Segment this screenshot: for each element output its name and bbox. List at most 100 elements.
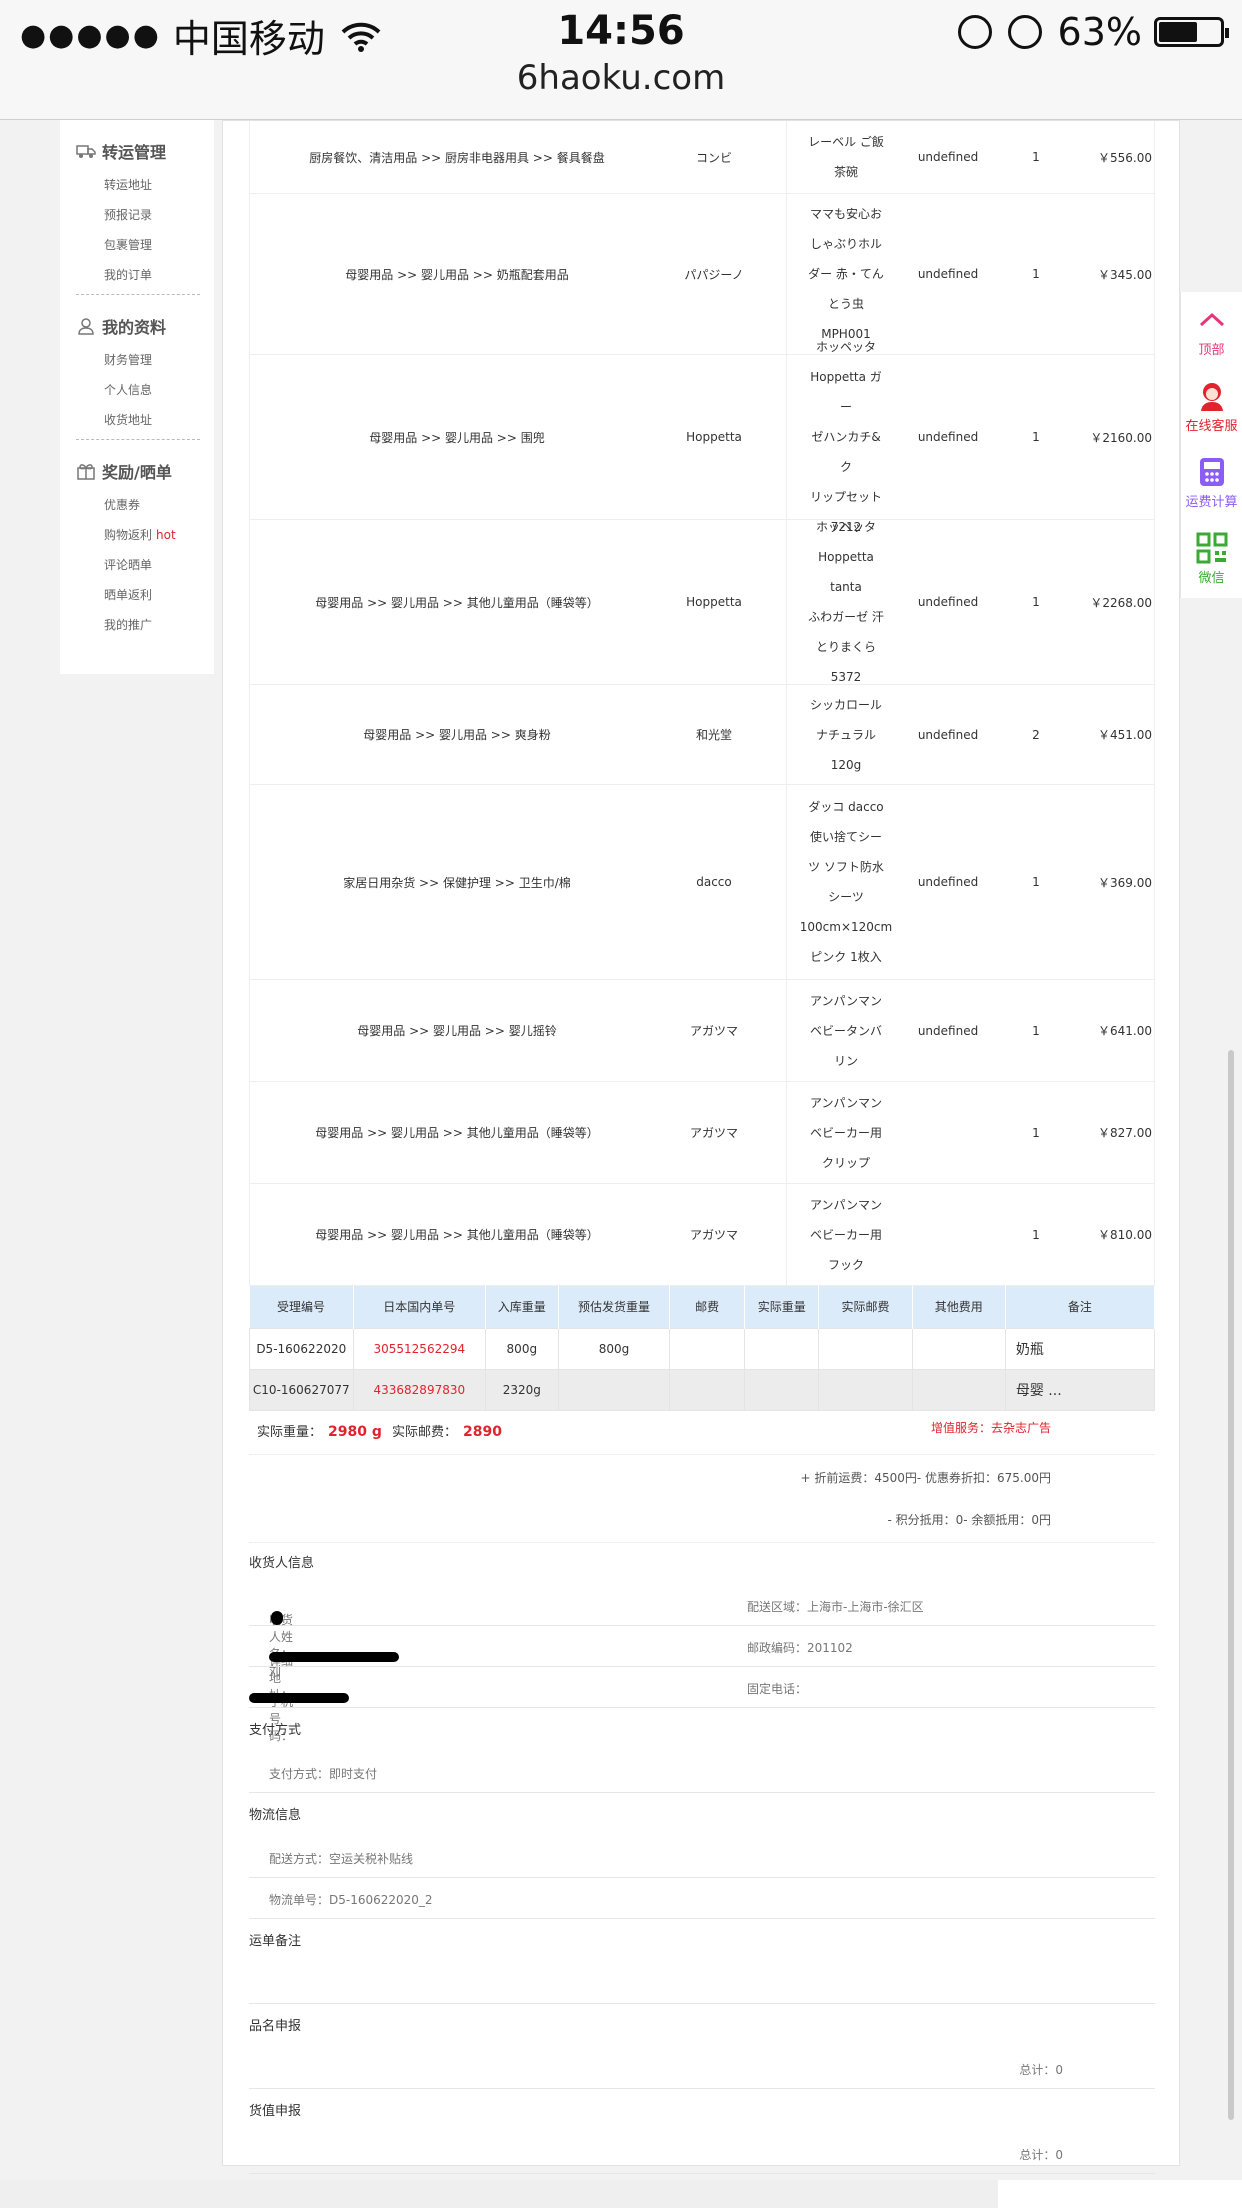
product-row: 厨房餐饮、清洁用品 >> 厨房非电器用具 >> 餐具餐盘 コンビ レーベル ご飯 茶碗…: [249, 121, 1155, 194]
product-name: レーベル ご飯 茶碗: [806, 121, 886, 193]
receiver-row-2: 详细地址： 邮政编码：201102: [249, 1626, 1155, 1702]
product-name-line: ホッペッタ: [815, 520, 876, 534]
product-name-line: フック: [827, 1257, 864, 1272]
product-name-line: レーベル ご飯: [808, 135, 884, 149]
payment-method: 支付方式：即时支付: [269, 1766, 378, 1781]
product-price: ￥2160.00: [1090, 430, 1152, 445]
sidebar-item-forecast[interactable]: 预报记录: [60, 200, 214, 230]
waybill-cell: [669, 1327, 745, 1370]
sidebar-item-orders[interactable]: 我的订单: [60, 260, 214, 290]
waybill-header-cell: 其他费用: [912, 1286, 1006, 1328]
product-price: ￥556.00: [1098, 150, 1152, 165]
sidebar-item-finance[interactable]: 财务管理: [60, 345, 214, 375]
receiver-tel: 固定电话：: [747, 1681, 808, 1696]
product-price: ￥369.00: [1098, 875, 1152, 890]
product-name-line: とりまくら: [815, 640, 876, 654]
product-name-line: ナチュラル: [815, 727, 876, 742]
product-name: アンパンマン ベビータンバ リン: [806, 980, 886, 1081]
product-category: 母婴用品 >> 婴儿用品 >> 婴儿摇铃: [357, 1024, 557, 1038]
product-brand: コンビ: [695, 150, 732, 165]
product-name-line: 使い捨てシー: [809, 830, 882, 844]
product-list: 厨房餐饮、清洁用品 >> 厨房非电器用具 >> 餐具餐盘 コンビ レーベル ご飯 茶碗…: [249, 121, 1155, 1286]
sidebar-item-promotion[interactable]: 我的推广: [60, 610, 214, 640]
product-brand: アガツマ: [689, 1228, 738, 1242]
alarm-icon: [1007, 15, 1042, 49]
fee-line-deduction: - 积分抵用：0- 余额抵用：0円: [887, 1512, 1051, 1527]
tracking-number: 物流单号：D5-160622020_2: [269, 1892, 433, 1907]
waybill-row: D5-160622020 305512562294 800g 800g 奶瓶: [249, 1327, 1156, 1370]
sidebar-item-reviews[interactable]: 评论晒单: [60, 550, 214, 580]
receiver-row-3: 手机号码： 固定电话：: [249, 1667, 1155, 1743]
product-name-line: ゼハンカチ&ク: [811, 430, 881, 474]
column-divider: [786, 121, 787, 193]
bottom-bar: [0, 2180, 1242, 2208]
sidebar-item-rebate[interactable]: 购物返利 hot: [60, 520, 214, 550]
waybill-cell: [743, 1327, 820, 1370]
product-name-line: ツ ソフト防水: [808, 860, 884, 874]
sidebar-item-personal-info[interactable]: 个人信息: [60, 375, 214, 405]
scrollbar[interactable]: [1228, 1050, 1234, 2120]
sidebar-item-transfer-address[interactable]: 转运地址: [60, 170, 214, 200]
floating-toolbar: 顶部 在线客服 运费计算 微信: [1180, 292, 1242, 598]
product-price: ￥810.00: [1098, 1228, 1152, 1242]
actual-weight: 实际重量： 2980 g 实际邮费： 2890: [257, 1423, 503, 1440]
product-spec: undefined: [917, 875, 979, 889]
product-quantity: 1: [1032, 875, 1040, 889]
product-name-line: 120g: [830, 757, 862, 772]
name-declare-total: 总计：0: [1019, 2062, 1063, 2077]
product-name: シッカロール ナチュラル 120g: [806, 685, 886, 784]
url-bar[interactable]: 6haoku.com: [0, 58, 1242, 98]
sidebar-item-shipping-address[interactable]: 收货地址: [60, 405, 214, 435]
product-name-line: クリップ: [821, 1155, 870, 1170]
product-name-line: シーツ: [828, 890, 864, 904]
column-divider: [786, 194, 787, 354]
product-name: ホッペッタ Hoppetta ガー ゼハンカチ&ク リップセット 7212: [806, 340, 886, 534]
redaction-mark: [269, 1651, 399, 1662]
product-brand: パパジーノ: [684, 267, 744, 282]
product-brand: アガツマ: [689, 1024, 738, 1038]
product-name: ホッペッタ Hoppetta tanta ふわガーゼ 汗とりまくら 5372: [806, 520, 886, 684]
name-declare-title: 品名申报: [249, 2018, 302, 2034]
sidebar-heading: 我的资料: [60, 307, 214, 345]
product-row: 母婴用品 >> 婴儿用品 >> 爽身粉 和光堂 シッカロール ナチュラル 120g und…: [249, 685, 1155, 785]
waybill-cell: 800g: [557, 1327, 671, 1370]
bottom-bar-panel: [998, 2180, 1242, 2208]
payment-row: 支付方式：即时支付: [249, 1752, 1155, 1793]
product-name-line: 100cm×120cm: [799, 920, 893, 934]
product-category: 母婴用品 >> 婴儿用品 >> 爽身粉: [363, 728, 551, 742]
product-quantity: 1: [1032, 1023, 1040, 1038]
waybill-cell: 奶瓶: [1004, 1327, 1156, 1370]
sidebar-group-profile: 我的资料 财务管理 个人信息 收货地址: [60, 295, 214, 440]
logistics-row-mode: 配送方式：空运关税补贴线: [249, 1837, 1155, 1878]
logistics-section-title: 物流信息: [249, 1807, 302, 1823]
product-spec: undefined: [917, 1023, 979, 1038]
product-name: アンパンマン ベビーカー用 フック: [806, 1184, 886, 1285]
back-to-top-button[interactable]: 顶部: [1181, 292, 1242, 368]
product-name-line: シッカロール: [809, 697, 882, 712]
tracking-link[interactable]: 305512562294: [352, 1327, 487, 1370]
waybill-cell: [743, 1368, 820, 1411]
value-declare-total: 总计：0: [1019, 2147, 1063, 2162]
product-category: 家居日用杂货 >> 保健护理 >> 卫生巾/棉: [343, 875, 571, 890]
product-price: ￥641.00: [1098, 1024, 1152, 1038]
product-row: 母婴用品 >> 婴儿用品 >> 其他儿童用品（睡袋等） アガツマ アンパンマン ベビー…: [249, 1184, 1155, 1286]
sidebar-group-transport: 转运管理 转运地址 预报记录 包裹管理 我的订单: [60, 120, 214, 295]
shipping-calculator-button[interactable]: 运费计算: [1181, 444, 1242, 520]
sidebar-item-share-rebate[interactable]: 晒单返利: [60, 580, 214, 610]
waybill-table: 受理编号 日本国内单号 入库重量 预估发货重量 邮费 实际重量 实际邮费 其他费用 备注 D5-…: [249, 1286, 1156, 1411]
delivery-mode: 配送方式：空运关税补贴线: [269, 1851, 414, 1866]
product-quantity: 1: [1032, 150, 1040, 164]
waybill-cell: 2320g: [485, 1368, 559, 1411]
online-support-button[interactable]: 在线客服: [1181, 368, 1242, 444]
fee-line-freight: + 折前运费：4500円- 优惠券折扣：675.00円: [800, 1470, 1051, 1485]
sidebar-item-coupons[interactable]: 优惠券: [60, 490, 214, 520]
tracking-link[interactable]: 433682897830: [352, 1368, 487, 1411]
value-declare-title: 货值申报: [249, 2103, 302, 2119]
sidebar-item-packages[interactable]: 包裹管理: [60, 230, 214, 260]
support-agent-icon: [1200, 382, 1223, 411]
wechat-button[interactable]: 微信: [1181, 520, 1242, 596]
waybill-cell: [818, 1368, 913, 1411]
gift-icon: [77, 464, 95, 480]
battery-percent: 63%: [1057, 10, 1142, 54]
waybill-cell: [669, 1368, 745, 1411]
